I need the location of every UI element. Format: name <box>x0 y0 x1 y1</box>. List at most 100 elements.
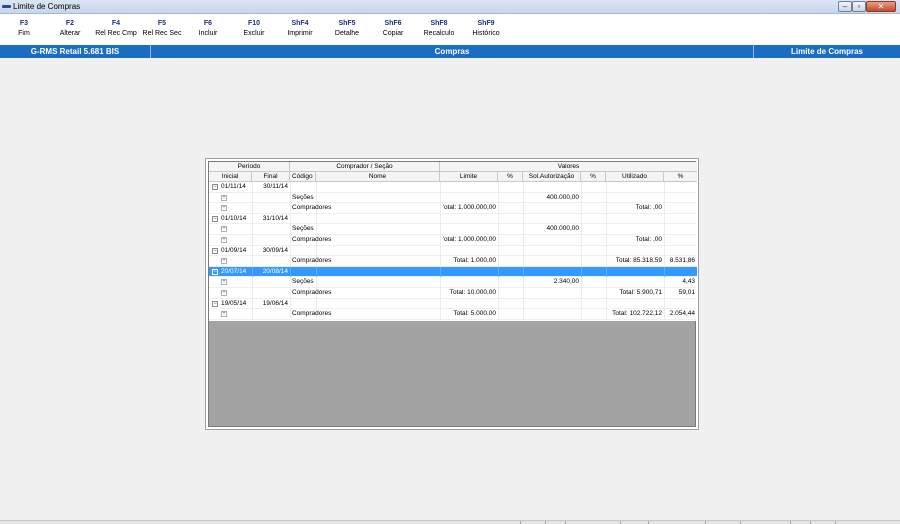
module-header-bar: G-RMS Retail 5.681 BIS Compras Limite de… <box>0 45 900 58</box>
col-header-utilizado[interactable]: Utilizado <box>606 172 664 182</box>
group-header-valores: Valores <box>557 163 580 170</box>
cell-utilizado: Total: 85.318,59 <box>615 257 662 265</box>
detail-row[interactable]: + Compradores 'otal: 1.000.000,00 Total: ,0… <box>209 203 697 214</box>
cell-limite: 'otal: 1.000.000,00 <box>442 204 496 212</box>
toolbar-button-imprimir[interactable]: ShF4 Imprimir <box>278 19 322 45</box>
expand-toggle-icon[interactable]: + <box>221 226 227 233</box>
cell-final: 31/10/14 <box>262 214 288 222</box>
cell-nome: Compradores <box>292 236 332 243</box>
expand-toggle-icon[interactable]: + <box>221 258 227 265</box>
col-header-inicial[interactable]: Inicial <box>209 172 252 182</box>
cell-utilizado: Total: ,00 <box>635 204 662 212</box>
detail-row[interactable]: + Seções 400.000,00 <box>209 224 697 235</box>
toolbar-key-label: F6 <box>203 20 213 27</box>
toolbar-key-label: ShF5 <box>338 20 356 27</box>
col-header-nome[interactable]: Nome <box>316 172 440 182</box>
expand-toggle-icon[interactable]: + <box>221 194 227 201</box>
period-row[interactable]: −01/09/14 30/09/14 <box>209 245 697 257</box>
toolbar-button-recalculo[interactable]: ShF8 Recalculo <box>417 19 461 45</box>
grid-body[interactable]: Período Comprador / Seção Valores Inicia… <box>208 161 697 427</box>
col-header-pct-utilizado[interactable]: % <box>664 172 697 182</box>
period-row[interactable]: −20/07/14 20/08/14 <box>209 266 697 278</box>
toolbar-button-label: Fim <box>18 30 30 37</box>
purchase-limit-grid: Período Comprador / Seção Valores Inicia… <box>205 158 699 430</box>
cell-final: 30/09/14 <box>262 246 288 254</box>
toolbar-button-rel-rec-sec[interactable]: F5 Rel Rec Sec <box>140 19 184 45</box>
minimize-button[interactable]: – <box>838 1 852 12</box>
cell-pct3: 8.531,86 <box>669 257 695 265</box>
col-header-final[interactable]: Final <box>252 172 290 182</box>
detail-row[interactable]: + Compradores Total: 10.000,00 Total: 5.900… <box>209 288 697 299</box>
expand-toggle-icon[interactable]: + <box>221 290 227 296</box>
toolbar-button-label: Incluir <box>198 30 218 37</box>
cell-nome: Seções <box>292 225 314 233</box>
cell-limite: Total: 10.000,00 <box>449 289 496 296</box>
toolbar-key-label: ShF9 <box>477 20 495 27</box>
close-icon: ✕ <box>877 2 885 11</box>
toolbar-key-label: F10 <box>247 20 261 27</box>
close-button[interactable]: ✕ <box>866 1 896 12</box>
col-header-codigo[interactable]: Código <box>290 172 316 182</box>
cell-nome: Seções <box>292 193 314 201</box>
toolbar-key-label: F3 <box>19 20 29 27</box>
cell-pct3: 59,01 <box>678 289 695 296</box>
detail-row[interactable]: + Compradores Total: 1.000,00 Total: 85.318… <box>209 256 697 267</box>
toolbar-button-label: Copiar <box>382 30 404 37</box>
cell-nome: Compradores <box>292 289 332 296</box>
expand-toggle-icon[interactable]: + <box>221 237 227 243</box>
col-header-pct-sol[interactable]: % <box>581 172 606 182</box>
toolbar-button-label: Rel Rec Sec <box>142 30 182 37</box>
collapse-toggle-icon[interactable]: − <box>212 184 218 190</box>
toolbar-key-label: ShF8 <box>430 20 448 27</box>
toolbar-button-incluir[interactable]: F6 Incluir <box>186 19 230 45</box>
toolbar-button-label: Imprimir <box>287 30 313 37</box>
col-header-limite[interactable]: Limite <box>440 172 498 182</box>
collapse-toggle-icon[interactable]: − <box>212 215 218 222</box>
app-icon <box>2 5 11 8</box>
col-header-pct-limite[interactable]: % <box>498 172 523 182</box>
collapse-toggle-icon[interactable]: − <box>212 247 218 254</box>
period-row[interactable]: −19/05/14 19/06/14 <box>209 298 697 310</box>
detail-row[interactable]: + Compradores Total: 5.000,00 Total: 102.72… <box>209 309 697 320</box>
detail-row[interactable]: + Compradores 'otal: 1.000.000,00 Total: ,0… <box>209 235 697 246</box>
cell-inicial: 01/09/14 <box>221 246 247 254</box>
app-version-label: G-RMS Retail 5.681 BIS <box>30 47 120 56</box>
toolbar-button-rel-rec-cmp[interactable]: F4 Rel Rec Cmp <box>94 19 138 45</box>
expand-toggle-icon[interactable]: + <box>221 205 227 212</box>
cell-nome: Seções <box>292 278 314 286</box>
collapse-toggle-icon[interactable]: − <box>212 300 218 307</box>
toolbar-button-copiar[interactable]: ShF6 Copiar <box>371 19 415 45</box>
function-key-toolbar: F3 Fim F2 Alterar F4 Rel Rec Cmp F5 Rel Rec Sec… <box>0 14 900 45</box>
collapse-toggle-icon[interactable]: − <box>212 268 218 275</box>
toolbar-button-label: Histórico <box>472 30 500 37</box>
minimize-icon: – <box>842 2 848 11</box>
period-row[interactable]: −01/11/14 30/11/14 <box>209 182 697 193</box>
expand-toggle-icon[interactable]: + <box>221 311 227 318</box>
toolbar-button-fim[interactable]: F3 Fim <box>2 19 46 45</box>
toolbar-key-label: ShF4 <box>291 20 309 27</box>
grid-rows: −01/11/14 30/11/14 + Seções 400.000,00 + Compr… <box>209 182 697 321</box>
cell-limite: Total: 5.000,00 <box>453 310 496 318</box>
expand-toggle-icon[interactable]: + <box>221 279 227 286</box>
cell-sol: 400.000,00 <box>546 193 579 201</box>
detail-row[interactable]: + Seções 2.340,00 4,43 <box>209 277 697 288</box>
toolbar-button-hist-rico[interactable]: ShF9 Histórico <box>464 19 508 45</box>
toolbar-key-label: F4 <box>111 20 121 27</box>
toolbar-button-excluir[interactable]: F10 Excluir <box>232 19 276 45</box>
cell-utilizado: Total: 102.722,12 <box>612 310 662 318</box>
toolbar-key-label: F5 <box>157 20 167 27</box>
group-header-periodo: Período <box>209 162 290 172</box>
toolbar-button-alterar[interactable]: F2 Alterar <box>48 19 92 45</box>
module-label: Compras <box>434 47 470 56</box>
status-bar <box>0 520 900 524</box>
cell-final: 20/08/14 <box>262 267 288 275</box>
cell-utilizado: Total: 5.900,71 <box>619 289 662 296</box>
maximize-button[interactable]: ▫ <box>852 1 866 12</box>
detail-row[interactable]: + Seções 400.000,00 <box>209 192 697 204</box>
cell-sol: 400.000,00 <box>546 225 579 233</box>
toolbar-button-detalhe[interactable]: ShF5 Detalhe <box>325 19 369 45</box>
period-row[interactable]: −01/10/14 31/10/14 <box>209 213 697 225</box>
toolbar-button-label: Detalhe <box>334 30 360 37</box>
col-header-sol-autorizacao[interactable]: Sol.Autorização <box>523 172 581 182</box>
group-header-row: Período Comprador / Seção Valores <box>209 162 697 172</box>
